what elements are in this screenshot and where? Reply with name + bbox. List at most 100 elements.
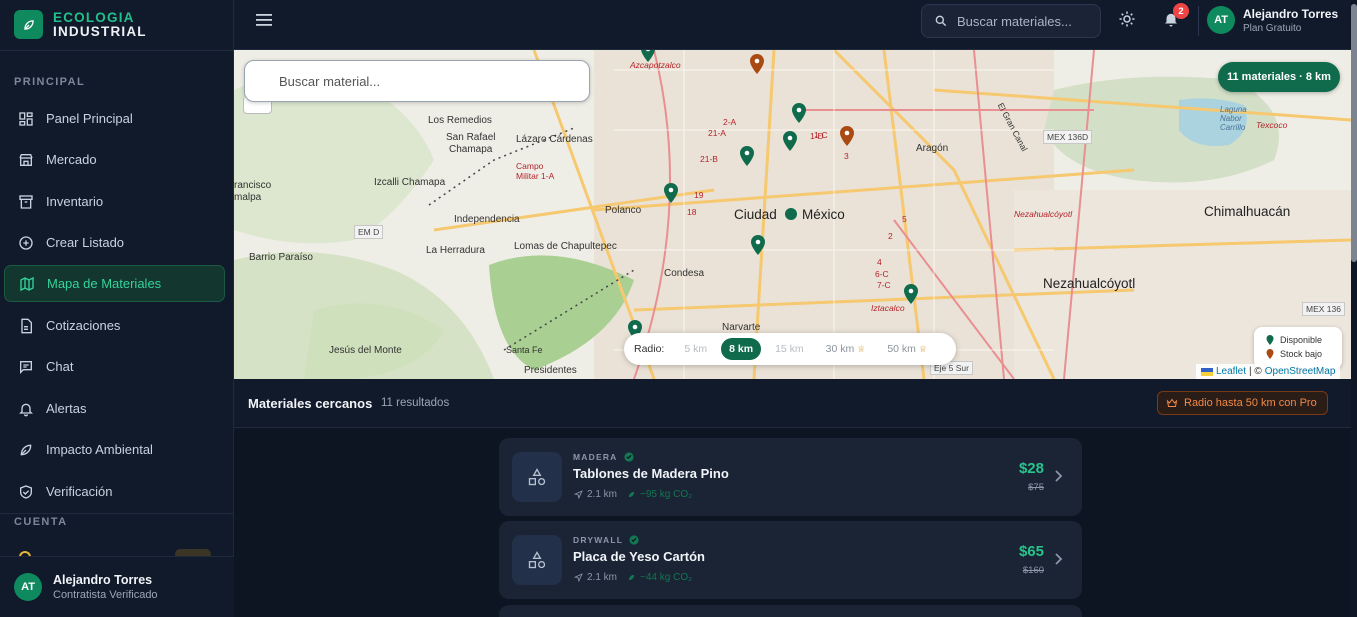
- sidebar-item-alertas[interactable]: Alertas: [4, 390, 225, 427]
- map-search-input[interactable]: Buscar material...: [244, 60, 590, 102]
- radius-selector: Radio: 5 km 8 km 15 km 30 km ♕ 50 km ♕: [624, 333, 956, 365]
- material-price: $28: [1018, 460, 1044, 477]
- section-label-principal: PRINCIPAL: [14, 76, 86, 88]
- map-place-label: Laguna Nabor Carrillo: [1220, 105, 1247, 132]
- highway-shield: MEX 136: [1302, 302, 1345, 316]
- road-mark: 3: [844, 151, 849, 161]
- theme-toggle-sun-icon[interactable]: [1118, 10, 1136, 33]
- sidebar-item-inventario[interactable]: Inventario: [4, 183, 225, 220]
- sidebar-item-cotizaciones[interactable]: Cotizaciones: [4, 307, 225, 344]
- topbar: Buscar materiales... 2 AT Alejandro Torr…: [234, 0, 1351, 50]
- marker-available-icon[interactable]: [791, 103, 807, 123]
- chevron-right-icon: [1055, 470, 1063, 482]
- sidebar-item-panel-principal[interactable]: Panel Principal: [4, 100, 225, 137]
- chevron-right-icon: [1055, 553, 1063, 565]
- grid-icon: [19, 111, 33, 126]
- sidebar-item-label: Impacto Ambiental: [46, 442, 153, 457]
- sidebar-item-label: Alertas: [46, 401, 87, 416]
- map-place-label: Nezahualcóyotl: [1043, 276, 1136, 291]
- sidebar-item-label: Inventario: [46, 194, 104, 209]
- map-place-label: Presidentes: [524, 365, 577, 376]
- map-place-label: La Herradura: [426, 245, 485, 256]
- map-icon: [20, 276, 34, 291]
- app-root: ECOLOGIA INDUSTRIAL PRINCIPAL Panel Prin…: [0, 0, 1357, 617]
- material-card[interactable]: MADERA Tablones de Madera Pino 2.1 km ~9…: [499, 438, 1082, 516]
- radius-option-5km[interactable]: 5 km: [676, 338, 715, 360]
- map-legend: Disponible Stock bajo: [1254, 327, 1342, 369]
- avatar: AT: [14, 573, 42, 601]
- legend-available: Disponible: [1280, 335, 1323, 345]
- map-search-placeholder: Buscar material...: [279, 73, 381, 89]
- divider: [0, 513, 234, 514]
- road-mark: 19: [694, 190, 704, 200]
- radius-option-50km[interactable]: 50 km ♕: [879, 338, 935, 360]
- verified-icon: [629, 535, 639, 545]
- marker-low-stock-icon: [1266, 349, 1274, 359]
- map-place-label: Nezahualcóyotl: [1014, 209, 1073, 219]
- material-name: Placa de Yeso Cartón: [573, 549, 705, 564]
- verified-icon: [623, 452, 634, 462]
- marker-available-icon[interactable]: [739, 146, 755, 166]
- marker-available-icon[interactable]: [903, 284, 919, 304]
- sidebar-item-label: Panel Principal: [46, 111, 133, 126]
- map-attribution: Leaflet | © OpenStreetMap: [1196, 364, 1341, 379]
- archive-icon: [19, 194, 33, 209]
- leaflet-link[interactable]: Leaflet: [1216, 366, 1246, 377]
- top-user-menu[interactable]: AT Alejandro Torres Plan Gratuito: [1207, 6, 1338, 34]
- material-card[interactable]: DRYWALL Placa de Yeso Cartón 2.1 km ~44 …: [499, 521, 1082, 599]
- marker-low-stock-icon[interactable]: [839, 126, 855, 146]
- sidebar-user-card[interactable]: AT Alejandro Torres Contratista Verifica…: [0, 556, 234, 617]
- legend-low-stock: Stock bajo: [1280, 349, 1323, 359]
- radius-option-15km[interactable]: 15 km: [767, 338, 812, 360]
- radius-label: Radio:: [634, 343, 665, 355]
- material-category: DRYWALL: [573, 535, 624, 545]
- sidebar-item-mapa-de-materiales[interactable]: Mapa de Materiales: [4, 265, 225, 302]
- marker-available-icon[interactable]: [663, 183, 679, 203]
- material-co2: ~44 kg CO₂: [640, 572, 692, 583]
- radius-option-8km[interactable]: 8 km: [721, 338, 762, 360]
- nearby-list-header: Materiales cercanos 11 resultados Radio …: [234, 379, 1351, 428]
- map-place-label: Campo Militar 1-A: [516, 161, 555, 181]
- materials-map[interactable]: Los Remedios San Rafael Chamapa Lázaro C…: [234, 50, 1351, 379]
- map-place-label: malpa: [234, 192, 262, 203]
- sidebar-item-verificacion[interactable]: Verificación: [4, 473, 225, 510]
- user-name: Alejandro Torres: [53, 573, 153, 587]
- sidebar-item-label: Cotizaciones: [46, 318, 121, 333]
- crown-icon: ♕: [918, 343, 927, 354]
- map-place-label: Texcoco: [1256, 120, 1288, 130]
- road-mark: 2-A: [723, 117, 737, 127]
- crown-icon: ♕: [857, 343, 866, 354]
- sidebar-item-crear-listado[interactable]: Crear Listado: [4, 224, 225, 261]
- marker-available-icon[interactable]: [640, 50, 656, 62]
- map-place-label: rancisco: [234, 180, 272, 191]
- plus-circle-icon: [19, 235, 33, 250]
- page-scrollbar-thumb[interactable]: [1351, 4, 1357, 262]
- sidebar-item-impacto-ambiental[interactable]: Impacto Ambiental: [4, 431, 225, 468]
- upgrade-pro-button[interactable]: Radio hasta 50 km con Pro: [1157, 391, 1328, 415]
- leaf-icon: [628, 491, 635, 498]
- top-search-input[interactable]: Buscar materiales...: [921, 4, 1101, 38]
- nearby-list-title: Materiales cercanos: [248, 396, 373, 411]
- marker-available-icon[interactable]: [782, 131, 798, 151]
- menu-icon[interactable]: [256, 13, 272, 32]
- sidebar-item-label: Mercado: [46, 152, 97, 167]
- map-place-label: Los Remedios: [428, 115, 492, 126]
- material-card[interactable]: [499, 605, 1082, 617]
- osm-link[interactable]: OpenStreetMap: [1265, 366, 1336, 377]
- brand[interactable]: ECOLOGIA INDUSTRIAL: [14, 10, 147, 39]
- brand-line-2: INDUSTRIAL: [53, 23, 147, 39]
- shield-check-icon: [20, 484, 32, 499]
- radius-option-30km[interactable]: 30 km ♕: [818, 338, 874, 360]
- map-place-label: México: [802, 207, 845, 222]
- material-name: Tablones de Madera Pino: [573, 466, 729, 481]
- store-icon: [19, 153, 33, 166]
- marker-low-stock-icon[interactable]: [749, 54, 765, 74]
- road-mark: 5: [902, 214, 907, 224]
- sidebar-item-mercado[interactable]: Mercado: [4, 141, 225, 178]
- divider: [1198, 6, 1199, 36]
- road-mark: 21-A: [708, 128, 726, 138]
- map-place-label: Condesa: [664, 268, 705, 279]
- marker-available-icon[interactable]: [750, 235, 766, 255]
- shapes-icon: [512, 452, 562, 502]
- sidebar-item-chat[interactable]: Chat: [4, 348, 225, 385]
